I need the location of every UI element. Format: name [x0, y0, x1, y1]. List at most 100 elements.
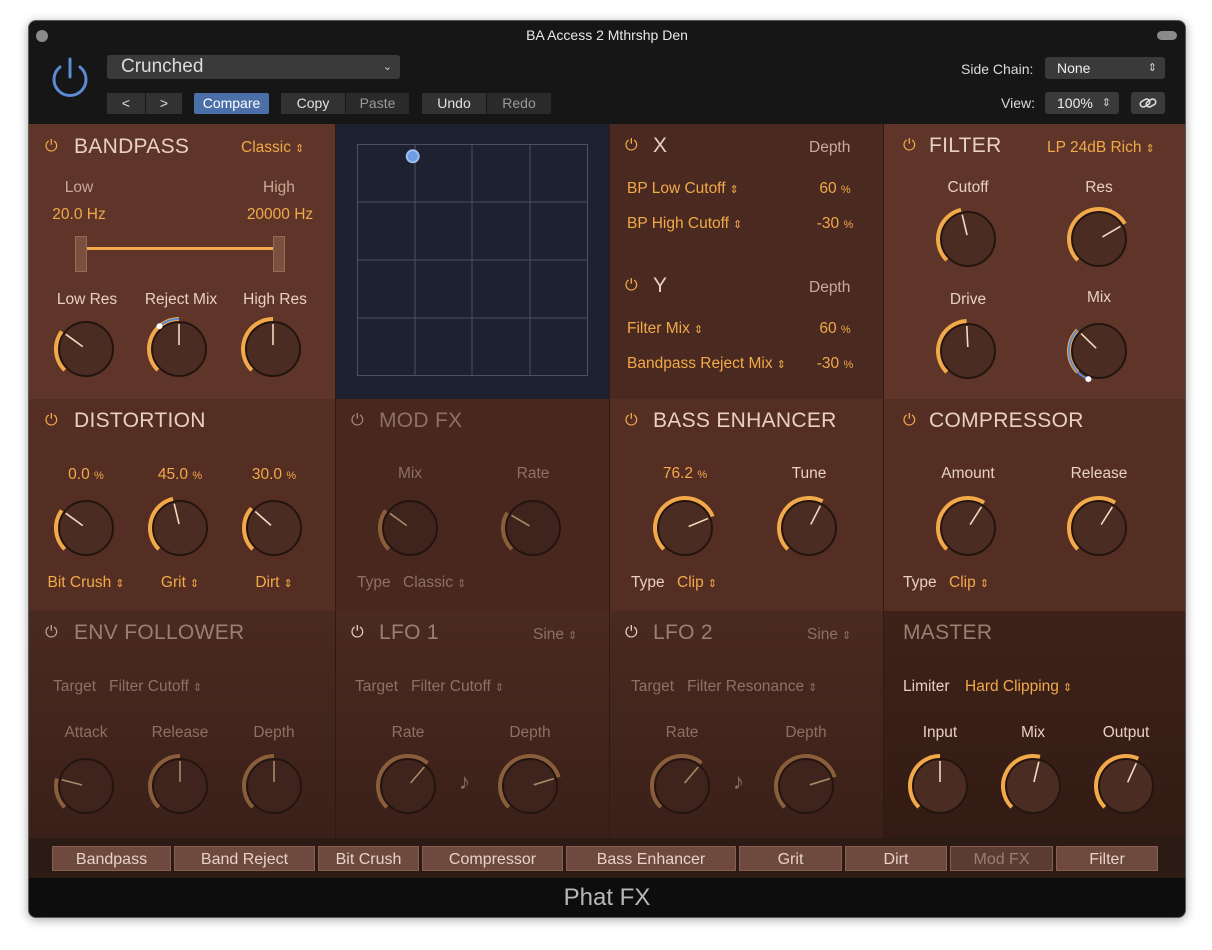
lfo2-wave-select[interactable]: Sine ⇕ — [807, 626, 851, 644]
bass-tune-knob[interactable] — [774, 493, 844, 563]
order-tab-mod-fx[interactable]: Mod FX — [950, 846, 1053, 871]
order-tab-bit-crush[interactable]: Bit Crush — [318, 846, 419, 871]
master-output-knob[interactable] — [1091, 751, 1161, 821]
lfo2-power-icon[interactable]: ⏻ — [625, 624, 638, 642]
compressor-power-icon[interactable]: ⏻ — [903, 412, 916, 430]
master-input-label: Input — [922, 724, 958, 741]
low-res-knob[interactable] — [51, 314, 121, 384]
x-power-icon[interactable]: ⏻ — [625, 137, 638, 155]
knob-mod-handle[interactable] — [1085, 376, 1092, 383]
limiter-select[interactable]: Hard Clipping ⇕ — [965, 678, 1072, 696]
lfo1-sync-note-icon[interactable]: ♪ — [459, 769, 470, 795]
order-tab-grit[interactable]: Grit — [739, 846, 842, 871]
y-depth-2[interactable]: -30 % — [805, 355, 865, 373]
mod-fx-mix-knob[interactable] — [375, 493, 445, 563]
dirt-knob[interactable] — [239, 493, 309, 563]
master-mix-knob[interactable] — [998, 751, 1068, 821]
compressor-type-value: Clip — [949, 574, 976, 591]
env-attack-knob[interactable] — [51, 751, 121, 821]
knob-body — [502, 758, 558, 814]
distortion-power-icon[interactable]: ⏻ — [45, 412, 58, 430]
filter-mode-select[interactable]: LP 24dB Rich ⇕ — [1047, 139, 1155, 157]
env-target-select[interactable]: Filter Cutoff ⇕ — [109, 678, 202, 696]
grit-select[interactable]: Grit ⇕ — [140, 574, 220, 592]
bandpass-mode-select[interactable]: Classic ⇕ — [241, 139, 304, 157]
env-depth-knob[interactable] — [239, 751, 309, 821]
master-input-knob[interactable] — [905, 751, 975, 821]
x-target-1[interactable]: BP Low Cutoff ⇕ — [627, 180, 739, 198]
bass-type-select[interactable]: Clip ⇕ — [677, 574, 717, 592]
mod-fx-power-icon[interactable]: ⏻ — [351, 412, 364, 430]
previous-preset-button[interactable]: < — [107, 93, 145, 114]
plugin-power-icon[interactable] — [47, 55, 93, 101]
filter-cutoff-knob[interactable] — [933, 204, 1003, 274]
filter-mix-knob[interactable] — [1064, 316, 1134, 386]
x-target-2[interactable]: BP High Cutoff ⇕ — [627, 215, 742, 233]
xy-pad-point[interactable] — [405, 149, 420, 164]
lfo2-sync-note-icon[interactable]: ♪ — [733, 769, 744, 795]
bass-enhancer-title: BASS ENHANCER — [653, 409, 837, 432]
dirt-select[interactable]: Dirt ⇕ — [234, 574, 314, 592]
y-target-1[interactable]: Filter Mix ⇕ — [627, 320, 703, 338]
next-preset-button[interactable]: > — [146, 93, 182, 114]
bandpass-power-icon[interactable]: ⏻ — [45, 138, 58, 156]
link-button[interactable] — [1131, 92, 1165, 114]
filter-res-knob[interactable] — [1064, 204, 1134, 274]
compressor-type-select[interactable]: Clip ⇕ — [949, 574, 989, 592]
copy-button[interactable]: Copy — [281, 93, 345, 114]
high-res-knob[interactable] — [238, 314, 308, 384]
xy-pad[interactable] — [357, 144, 589, 378]
lfo2-target-select[interactable]: Filter Resonance ⇕ — [687, 678, 817, 696]
redo-button[interactable]: Redo — [487, 93, 551, 114]
env-release-knob[interactable] — [145, 751, 215, 821]
view-zoom-select[interactable]: 100% ⇕ — [1045, 92, 1119, 114]
filter-power-icon[interactable]: ⏻ — [903, 137, 916, 155]
preset-menu[interactable]: Crunched ⌄ — [107, 55, 400, 79]
x-depth-2[interactable]: -30 % — [805, 215, 865, 233]
order-tab-dirt[interactable]: Dirt — [845, 846, 947, 871]
env-follower-power-icon[interactable]: ⏻ — [45, 624, 58, 642]
lfo2-rate-knob[interactable] — [647, 751, 717, 821]
y-power-icon[interactable]: ⏻ — [625, 277, 638, 295]
column-divider — [883, 124, 884, 838]
y-depth-1[interactable]: 60 % — [805, 320, 865, 338]
compressor-amount-knob[interactable] — [933, 493, 1003, 563]
lfo2-depth-knob[interactable] — [771, 751, 841, 821]
lfo1-power-icon[interactable]: ⏻ — [351, 624, 364, 642]
order-tab-bandpass[interactable]: Bandpass — [52, 846, 171, 871]
knob-body — [781, 500, 837, 556]
effect-order-bar: Bandpass Band Reject Bit Crush Compresso… — [29, 838, 1185, 878]
bandpass-range-bar[interactable] — [81, 247, 281, 250]
bandpass-low-handle[interactable] — [75, 236, 87, 272]
order-tab-bass-enhancer[interactable]: Bass Enhancer — [566, 846, 736, 871]
bit-crush-label: Bit Crush — [47, 574, 112, 591]
knob-body — [152, 500, 208, 556]
lfo1-wave-select[interactable]: Sine ⇕ — [533, 626, 577, 644]
grit-knob[interactable] — [145, 493, 215, 563]
window-toolbar-pill[interactable] — [1157, 31, 1177, 40]
mod-fx-type-select[interactable]: Classic ⇕ — [403, 574, 466, 592]
lfo1-rate-knob[interactable] — [373, 751, 443, 821]
bandpass-high-handle[interactable] — [273, 236, 285, 272]
compressor-release-knob[interactable] — [1064, 493, 1134, 563]
compare-button[interactable]: Compare — [194, 93, 269, 114]
bass-amount-knob[interactable] — [650, 493, 720, 563]
bit-crush-knob[interactable] — [51, 493, 121, 563]
x-depth-1[interactable]: 60 % — [805, 180, 865, 198]
order-tab-band-reject[interactable]: Band Reject — [174, 846, 315, 871]
bass-enhancer-power-icon[interactable]: ⏻ — [625, 412, 638, 430]
knob-body — [246, 500, 302, 556]
bit-crush-select[interactable]: Bit Crush ⇕ — [36, 574, 136, 592]
order-tab-compressor[interactable]: Compressor — [422, 846, 563, 871]
order-tab-filter[interactable]: Filter — [1056, 846, 1158, 871]
undo-button[interactable]: Undo — [422, 93, 486, 114]
knob-mod-handle[interactable] — [156, 323, 163, 330]
paste-button[interactable]: Paste — [346, 93, 409, 114]
mod-fx-rate-knob[interactable] — [498, 493, 568, 563]
y-target-2[interactable]: Bandpass Reject Mix ⇕ — [627, 355, 786, 373]
reject-mix-knob[interactable] — [144, 314, 214, 384]
lfo1-target-select[interactable]: Filter Cutoff ⇕ — [411, 678, 504, 696]
lfo1-depth-knob[interactable] — [495, 751, 565, 821]
side-chain-select[interactable]: None ⇕ — [1045, 57, 1165, 79]
filter-drive-knob[interactable] — [933, 316, 1003, 386]
